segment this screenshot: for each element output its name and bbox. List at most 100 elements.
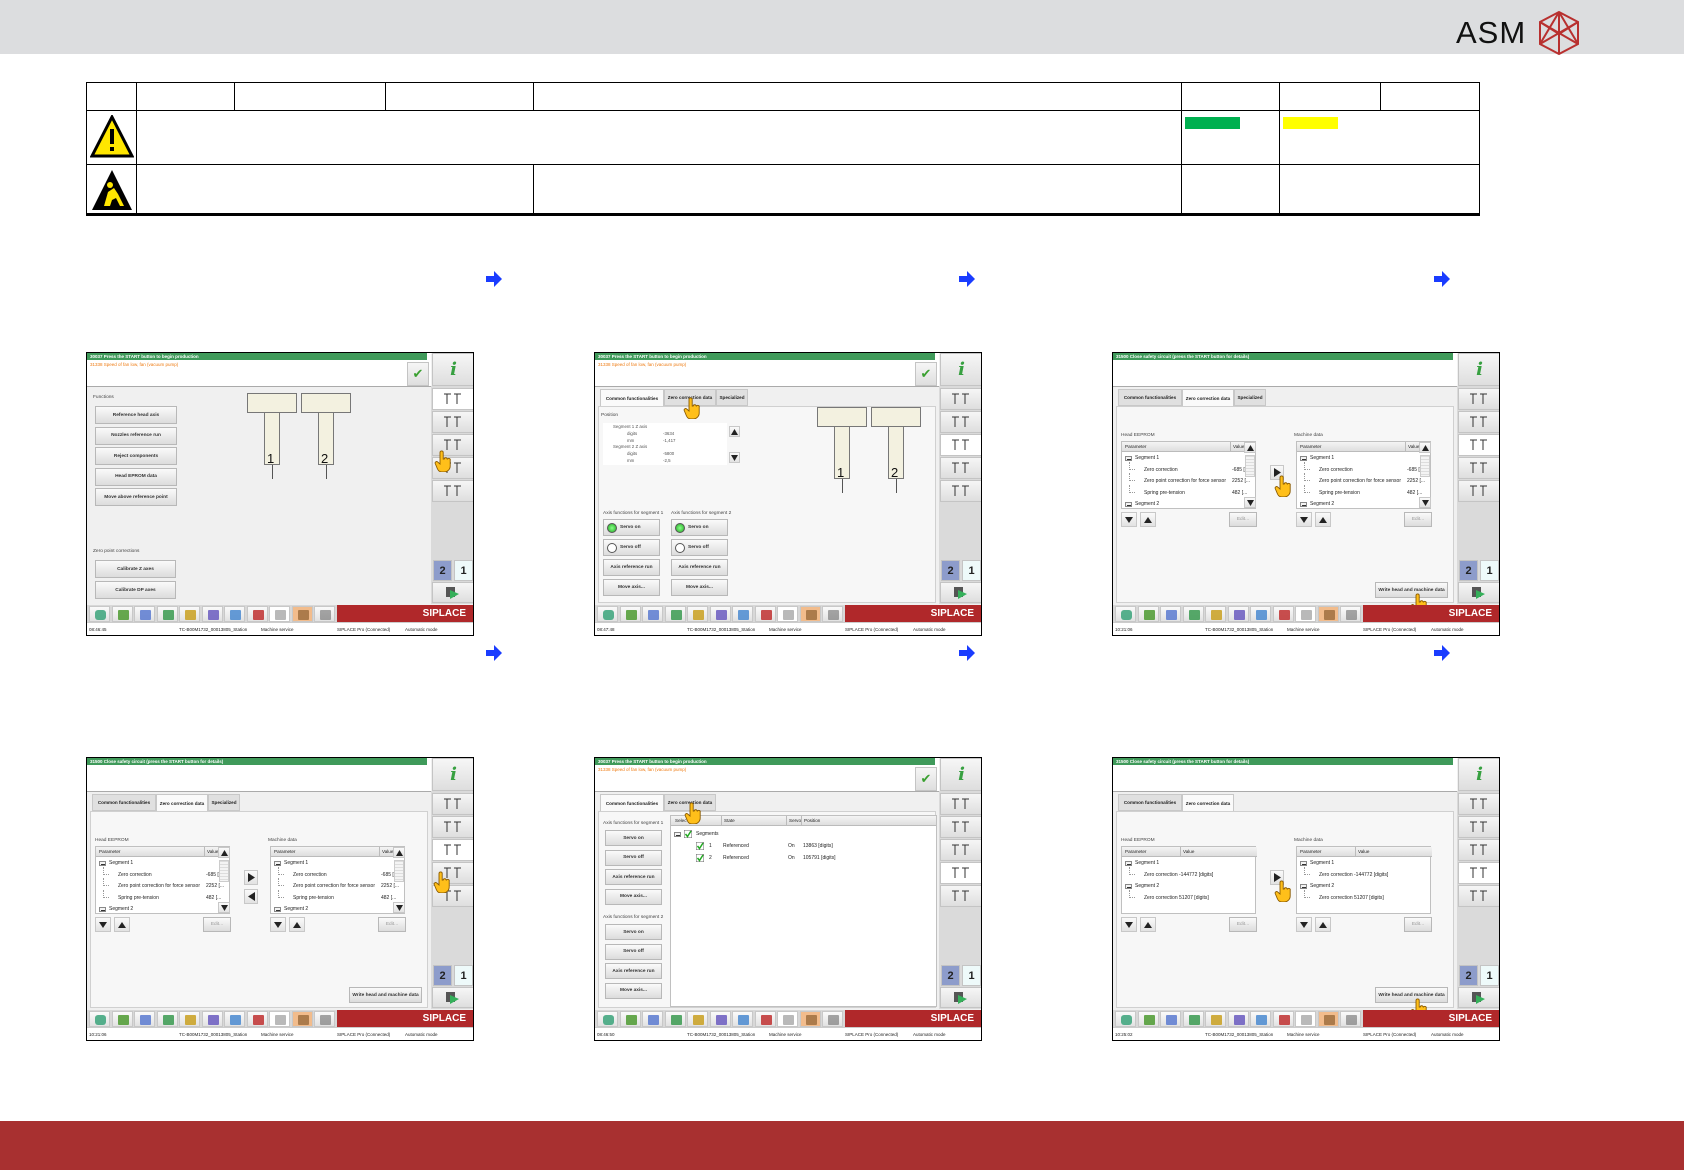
exit-arrow-button[interactable] <box>940 582 981 603</box>
board-button[interactable] <box>156 606 178 622</box>
graph-button[interactable] <box>1227 1011 1249 1027</box>
board-button[interactable] <box>664 1011 686 1027</box>
grid-row[interactable]: Zero correction -144772 [digits] <box>1297 866 1418 881</box>
axis-button[interactable]: Servo on <box>605 830 662 846</box>
camera-button[interactable] <box>224 1011 245 1027</box>
collapse-icon[interactable] <box>99 861 106 866</box>
collapse-icon[interactable] <box>674 832 681 837</box>
grid-row[interactable]: Segment 1 <box>96 859 217 869</box>
axis-button[interactable]: Axis reference run <box>605 869 662 885</box>
segment-2-button[interactable]: 2 <box>433 965 452 986</box>
grid-row[interactable]: Zero point correction for force sensor 22… <box>96 878 224 892</box>
camera-button[interactable] <box>732 1011 753 1027</box>
maintenance-button[interactable] <box>1317 1011 1339 1027</box>
segment-2-button[interactable]: 2 <box>433 560 452 581</box>
collapse-icon[interactable] <box>99 907 106 912</box>
tab-specialized[interactable]: Specialized <box>716 389 748 406</box>
segment-checkbox[interactable] <box>695 841 705 851</box>
tab-common-functionalities[interactable]: Common functionalities <box>600 794 664 811</box>
move-up-button[interactable] <box>1315 917 1331 932</box>
move-down-button[interactable] <box>1121 512 1137 527</box>
copy-to-machine-button[interactable] <box>244 870 258 885</box>
axis-button[interactable]: Axis reference run <box>671 559 728 576</box>
board-button[interactable] <box>1182 1011 1204 1027</box>
grid-row[interactable]: Zero point correction for force sensor 22… <box>271 878 399 892</box>
grid-row[interactable]: Segment 2 <box>1297 882 1418 892</box>
grid-row[interactable]: Zero correction -685 [... <box>1297 461 1424 476</box>
head-view-button-2[interactable] <box>940 411 981 433</box>
collapse-icon[interactable] <box>1300 884 1307 889</box>
head-view-button-1[interactable] <box>940 388 981 410</box>
write-head-and-machine-data-button[interactable]: Write head and machine data <box>349 987 422 1003</box>
acknowledge-button[interactable]: ✔ <box>915 767 937 791</box>
collapse-icon[interactable] <box>1125 502 1132 507</box>
function-button[interactable]: Reject components <box>95 447 177 465</box>
maintenance-button[interactable] <box>291 606 313 622</box>
grid-row[interactable]: Segment 1 <box>1297 454 1418 464</box>
scroll-down-button[interactable] <box>1419 497 1431 508</box>
info-button[interactable]: i <box>940 758 981 791</box>
head-view-button-1[interactable] <box>432 388 473 410</box>
head-view-button-1[interactable] <box>1458 388 1499 410</box>
chart-button[interactable] <box>134 606 155 622</box>
tab-zero-correction-data[interactable]: Zero correction data <box>1182 389 1234 406</box>
wrench-button[interactable] <box>1340 606 1361 622</box>
grid-row[interactable]: Segment 2 <box>1122 882 1243 892</box>
grid-row[interactable]: Spring pre-tension 482 [... <box>271 889 396 904</box>
axis-button[interactable]: Servo on <box>605 924 662 940</box>
scroll-up-button[interactable] <box>393 847 405 858</box>
head-view-button-5[interactable] <box>1458 480 1499 502</box>
grid-row[interactable]: Zero correction -685 [... <box>1122 461 1249 476</box>
grid-row[interactable]: Zero correction 51207 [digits] <box>1122 889 1243 904</box>
acknowledge-button[interactable]: ✔ <box>915 362 937 386</box>
axis-button[interactable]: Servo off <box>603 539 660 556</box>
chart-button[interactable] <box>134 1011 155 1027</box>
wrench-button[interactable] <box>314 1011 335 1027</box>
grid-button[interactable] <box>111 1011 133 1027</box>
feeder-button[interactable] <box>179 1011 200 1027</box>
feeder-button[interactable] <box>687 606 708 622</box>
move-down-button[interactable] <box>1121 917 1137 932</box>
info-button[interactable]: i <box>1458 758 1499 791</box>
function-button[interactable]: Reference head axis <box>95 406 177 424</box>
feeder-button[interactable] <box>1205 606 1226 622</box>
grid-row[interactable]: Zero point correction for force sensor 22… <box>1122 473 1250 487</box>
camera-button[interactable] <box>224 606 245 622</box>
segments-checkbox[interactable] <box>683 829 693 839</box>
tool-button[interactable] <box>1272 606 1294 622</box>
info-button[interactable]: i <box>940 353 981 386</box>
segment-2-button[interactable]: 2 <box>1459 560 1478 581</box>
head-view-button-2[interactable] <box>1458 816 1499 838</box>
segment-1-button[interactable]: 1 <box>454 560 473 581</box>
machine-button[interactable] <box>1115 606 1136 622</box>
head-view-button-5[interactable] <box>940 480 981 502</box>
head-view-button-3[interactable] <box>1458 434 1499 456</box>
edit-button[interactable]: Edit... <box>1404 917 1432 932</box>
axis-button[interactable]: Servo on <box>671 519 728 536</box>
collapse-icon[interactable] <box>1300 502 1307 507</box>
move-up-button[interactable] <box>1315 512 1331 527</box>
segment-2-button[interactable]: 2 <box>941 965 960 986</box>
move-down-button[interactable] <box>270 917 286 932</box>
head-view-button-4[interactable] <box>940 862 981 884</box>
axis-button[interactable]: Servo off <box>671 539 728 556</box>
axis-button[interactable]: Servo on <box>603 519 660 536</box>
collapse-icon[interactable] <box>1125 861 1132 866</box>
collapse-icon[interactable] <box>1125 456 1132 461</box>
grid-row[interactable]: Spring pre-tension 482 [... <box>96 889 221 904</box>
grid-row[interactable]: Zero correction -144772 [digits] <box>1122 866 1243 881</box>
move-up-button[interactable] <box>1140 917 1156 932</box>
grid-button[interactable] <box>1137 606 1159 622</box>
edit-button[interactable]: Edit... <box>378 917 406 932</box>
segment-1-button[interactable]: 1 <box>454 965 473 986</box>
grid-button[interactable] <box>1137 1011 1159 1027</box>
tab-common-functionalities[interactable]: Common functionalities <box>600 389 664 406</box>
grid-row[interactable]: Segment 1 <box>1297 859 1418 869</box>
scrollbar-thumb[interactable] <box>1245 455 1255 477</box>
maintenance-button[interactable] <box>291 1011 313 1027</box>
acknowledge-button[interactable]: ✔ <box>407 362 429 386</box>
edit-button[interactable]: Edit... <box>1229 917 1257 932</box>
segment-1-button[interactable]: 1 <box>962 560 981 581</box>
info-button[interactable]: i <box>432 758 473 791</box>
head-view-button-5[interactable] <box>940 885 981 907</box>
